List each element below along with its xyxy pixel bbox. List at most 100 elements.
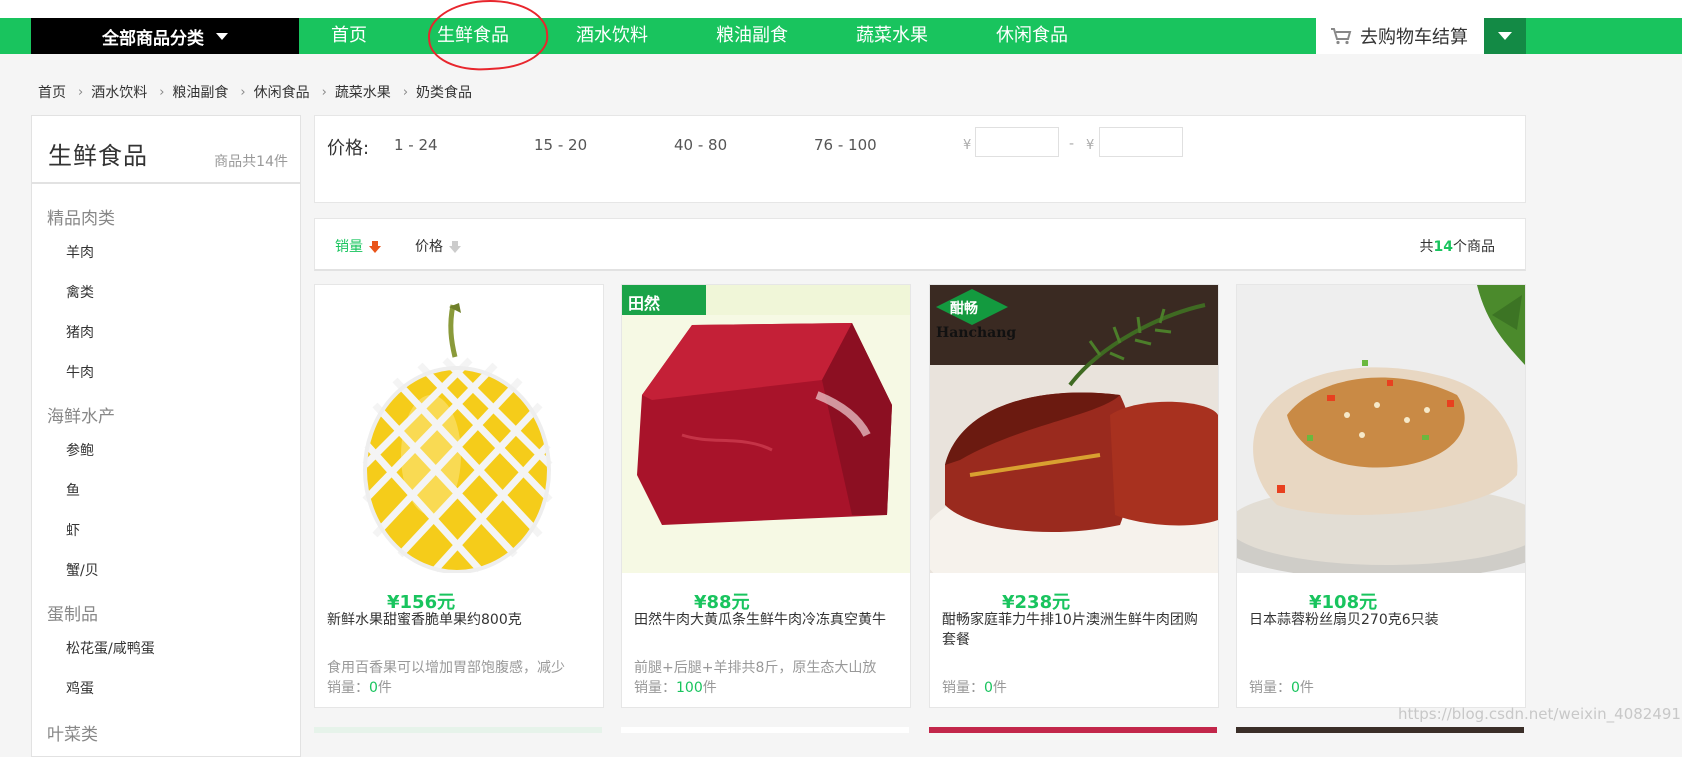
product-name[interactable]: 酣畅家庭菲力牛排10片澳洲生鲜牛肉团购套餐: [942, 610, 1210, 650]
category-sidebar: 生鲜食品 商品共14件 精品肉类 羊肉 禽类 猪肉 牛肉 海鲜水产 参鲍 鱼 虾…: [31, 115, 301, 757]
breadcrumb-item[interactable]: 粮油副食: [172, 82, 228, 102]
price-range-option[interactable]: 40 - 80: [674, 136, 727, 154]
category-item-beef[interactable]: 牛肉: [66, 362, 94, 382]
sales-label: 销量：: [1249, 680, 1291, 696]
cart-label: 去购物车结算: [1360, 27, 1468, 48]
all-categories-label: 全部商品分类: [102, 28, 204, 49]
sales-label: 销量：: [942, 680, 984, 696]
category-group-seafood[interactable]: 海鲜水产: [47, 402, 115, 427]
brand-logo-hanchang-text: 酣畅: [950, 301, 978, 317]
chevron-right-icon: ›: [321, 84, 327, 100]
watermark-text: https://blog.csdn.net/weixin_40824913: [1398, 705, 1682, 723]
sales-count: 0: [1291, 680, 1300, 696]
sales-count: 0: [369, 680, 378, 696]
product-card[interactable]: ¥156元 新鲜水果甜蜜香脆单果约800克 食用百香果可以增加胃部饱腹感，减少 …: [314, 284, 604, 708]
next-row-card-top: [1236, 727, 1524, 733]
category-group-meat[interactable]: 精品肉类: [47, 204, 115, 229]
currency-symbol: ¥: [1086, 138, 1095, 153]
beef-image: [622, 285, 910, 573]
category-item-pork[interactable]: 猪肉: [66, 322, 94, 342]
sort-sales-label: 销量: [335, 239, 363, 255]
product-image-scallop[interactable]: [1237, 285, 1525, 573]
caret-down-icon: [216, 32, 228, 40]
product-name[interactable]: 田然牛肉大黄瓜条生鲜牛肉冷冻真空黄牛: [634, 610, 902, 630]
brand-logo-tianran: 田然: [628, 294, 661, 313]
next-row-card-top: [929, 727, 1217, 733]
category-group-eggs[interactable]: 蛋制品: [47, 600, 98, 625]
total-prefix: 共: [1419, 239, 1434, 255]
max-price-input[interactable]: [1099, 127, 1183, 157]
total-products: 共14个商品: [1420, 236, 1495, 256]
product-image-pear[interactable]: [315, 285, 603, 573]
category-item-poultry[interactable]: 禽类: [66, 282, 94, 302]
sidebar-product-count: 商品共14件: [214, 154, 288, 170]
price-filter-panel: 价格: 1 - 24 15 - 20 40 - 80 76 - 100 ¥ - …: [314, 115, 1526, 203]
price-range-option[interactable]: 15 - 20: [534, 136, 587, 154]
sidebar-title: 生鲜食品: [48, 142, 148, 170]
arrow-down-icon: [449, 240, 461, 253]
currency-symbol: ¥: [963, 138, 972, 153]
sales-unit: 件: [1299, 680, 1314, 696]
product-card[interactable]: ¥108元 日本蒜蓉粉丝扇贝270克6只装 销量：0件: [1236, 284, 1526, 708]
price-range-option[interactable]: 76 - 100: [814, 136, 877, 154]
product-sales: 销量：0件: [1249, 677, 1314, 697]
category-item-egg[interactable]: 鸡蛋: [66, 678, 94, 698]
price-filter-label: 价格:: [327, 138, 370, 159]
breadcrumb-item[interactable]: 蔬菜水果: [335, 82, 391, 102]
sales-count: 100: [676, 680, 703, 696]
category-item-lamb[interactable]: 羊肉: [66, 242, 94, 262]
shopping-cart-icon: [1331, 28, 1352, 45]
chevron-right-icon: ›: [402, 84, 409, 100]
sidebar-header: 生鲜食品 商品共14件: [32, 116, 300, 184]
category-item-abalone[interactable]: 参鲍: [66, 440, 94, 460]
product-card[interactable]: 田然 ¥88元 田然牛肉大黄瓜条生鲜牛肉冷冻真空黄牛 前腿+后腿+羊排共8斤，原…: [621, 284, 911, 708]
nav-home[interactable]: 首页: [331, 18, 367, 54]
breadcrumb-item[interactable]: 酒水饮料: [91, 82, 147, 102]
chevron-right-icon: ›: [78, 84, 84, 100]
sales-label: 销量：: [327, 680, 369, 696]
sort-by-sales-button[interactable]: 销量: [335, 236, 381, 256]
caret-down-icon: [1498, 32, 1512, 40]
range-dash: -: [1069, 136, 1075, 152]
nav-snacks[interactable]: 休闲食品: [996, 18, 1068, 54]
total-suffix: 个商品: [1453, 239, 1495, 255]
product-sales: 销量：0件: [327, 677, 392, 697]
sales-unit: 件: [377, 680, 392, 696]
top-strip: [0, 0, 1682, 18]
cart-checkout-button[interactable]: 去购物车结算: [1316, 18, 1484, 54]
category-item-crab-shell[interactable]: 蟹/贝: [66, 560, 99, 580]
sort-bar: 销量 价格 共14个商品: [314, 218, 1526, 271]
sort-by-price-button[interactable]: 价格: [415, 236, 461, 256]
product-sales: 销量：0件: [942, 677, 1007, 697]
product-image-beef[interactable]: 田然: [622, 285, 910, 573]
price-range-option[interactable]: 1 - 24: [394, 136, 438, 154]
product-name[interactable]: 日本蒜蓉粉丝扇贝270克6只装: [1249, 610, 1517, 630]
sales-label: 销量：: [634, 680, 676, 696]
sales-unit: 件: [702, 680, 717, 696]
brand-logo-hanchang-en: Hanchang: [936, 325, 1017, 341]
breadcrumb-item[interactable]: 首页: [38, 82, 66, 102]
product-description: 前腿+后腿+羊排共8斤，原生态大山放: [634, 660, 877, 676]
breadcrumb-item[interactable]: 奶类食品: [416, 82, 472, 102]
next-row-card-top: [314, 727, 602, 733]
product-description: 食用百香果可以增加胃部饱腹感，减少: [327, 660, 565, 676]
sort-price-label: 价格: [415, 239, 443, 255]
category-item-fish[interactable]: 鱼: [66, 480, 80, 500]
cart-dropdown-button[interactable]: [1484, 18, 1526, 54]
category-item-shrimp[interactable]: 虾: [66, 520, 80, 540]
sales-unit: 件: [992, 680, 1007, 696]
product-card[interactable]: 酣畅 Hanchang ¥238元 酣畅家庭菲力牛排10片澳洲生鲜牛肉团购套餐 …: [929, 284, 1219, 708]
scallop-image: [1237, 285, 1525, 573]
breadcrumb-item[interactable]: 休闲食品: [254, 82, 310, 102]
product-image-steak[interactable]: 酣畅 Hanchang: [930, 285, 1218, 573]
category-item-preserved-egg[interactable]: 松花蛋/咸鸭蛋: [66, 638, 155, 658]
all-categories-button[interactable]: 全部商品分类: [31, 18, 299, 54]
product-sales: 销量：100件: [634, 677, 717, 697]
chevron-right-icon: ›: [240, 84, 246, 100]
product-name[interactable]: 新鲜水果甜蜜香脆单果约800克: [327, 610, 595, 630]
next-row-card-top: [621, 727, 909, 733]
min-price-input[interactable]: [975, 127, 1059, 157]
nav-drinks[interactable]: 酒水饮料: [576, 18, 648, 54]
nav-vegetables-fruit[interactable]: 蔬菜水果: [856, 18, 928, 54]
nav-grain-oil[interactable]: 粮油副食: [716, 18, 788, 54]
